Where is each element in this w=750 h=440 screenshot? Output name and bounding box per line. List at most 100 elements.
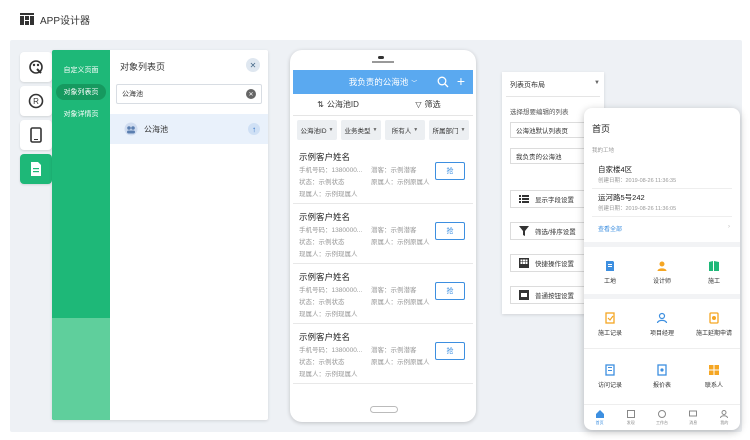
display-fields-button[interactable]: 显示字段设置 xyxy=(510,190,592,208)
grid-item-delay[interactable]: 施工延期申请 xyxy=(688,304,740,344)
site-name[interactable]: 运河路5号242 xyxy=(598,192,645,203)
chevron-down-icon[interactable]: ▼ xyxy=(594,80,600,86)
customer-status: 状态：示例状态 xyxy=(299,179,345,186)
customer-card[interactable]: 示例客户姓名 手机号码：1380000... 潜客：示例潜客 状态：示例状态 原… xyxy=(293,206,473,264)
phone-camera xyxy=(372,61,394,63)
customer-current-owner: 现属人：示例现属人 xyxy=(299,371,358,378)
workbench-icon xyxy=(658,409,666,418)
object-list-area: 对象列表页 ✕ 公海池 ✕ 公海池 ↑ xyxy=(110,50,268,420)
app-title: APP设计器 xyxy=(40,15,91,27)
list-select-default[interactable]: 公海池默认列表页 xyxy=(510,122,590,138)
grid-item-label: 工地 xyxy=(603,278,616,285)
filter-tab-label: 筛选 xyxy=(424,100,441,109)
grid-item-site[interactable]: 工地 xyxy=(584,252,636,292)
funnel-icon xyxy=(519,226,529,236)
divider xyxy=(592,188,732,189)
customer-card[interactable]: 示例客户姓名 手机号码：1380000... 潜客：示例潜客 状态：示例状态 原… xyxy=(293,146,473,204)
nav-sidebar-footer xyxy=(52,318,110,420)
normal-button-settings[interactable]: 普通按钮设置 xyxy=(510,286,592,304)
phone-tabs: ⇅ 公海池ID ▽ 筛选 xyxy=(293,94,473,116)
search-icon[interactable] xyxy=(437,76,449,88)
divider xyxy=(506,96,600,97)
site-icon xyxy=(606,260,614,271)
grid-item-visit[interactable]: 访问记录 xyxy=(584,356,636,396)
filter-icon: ▽ xyxy=(415,100,422,109)
phone-header: 我负责的公海池 ﹀ + xyxy=(293,70,473,94)
registered-icon[interactable]: R xyxy=(20,86,52,116)
list-select-mine[interactable]: 我负责的公海池 xyxy=(510,148,590,164)
group-icon xyxy=(124,122,138,136)
discover-icon xyxy=(626,409,635,418)
customer-card[interactable]: 示例客户姓名 手机号码：1380000... 潜客：示例潜客 状态：示例状态 原… xyxy=(293,326,473,384)
customer-owner: 原属人：示例原属人 xyxy=(371,179,430,186)
nav-item-object-list[interactable]: 对象列表页 xyxy=(56,84,106,100)
grab-button[interactable]: 抢 xyxy=(435,342,465,360)
grid-item-quote[interactable]: 报价表 xyxy=(636,356,688,396)
customer-name: 示例客户姓名 xyxy=(299,152,351,162)
customer-name: 示例客户姓名 xyxy=(299,272,351,282)
customer-owner: 原属人：示例原属人 xyxy=(371,299,430,306)
tab-discover[interactable]: 发现 xyxy=(615,405,646,430)
customer-current-owner: 现属人：示例现属人 xyxy=(299,251,358,258)
button-icon xyxy=(519,290,529,300)
filter-chip[interactable]: 所属部门 ▼ xyxy=(429,120,469,140)
customer-card[interactable]: 示例客户姓名 手机号码：1380000... 潜客：示例潜客 状态：示例状态 原… xyxy=(293,266,473,324)
message-icon xyxy=(689,410,698,416)
filter-chip[interactable]: 所有人 ▼ xyxy=(385,120,425,140)
grid-item-contact[interactable]: 联系人 xyxy=(688,356,740,396)
add-icon[interactable]: + xyxy=(457,74,465,88)
section-gap xyxy=(584,242,740,247)
home-title: 首页 xyxy=(592,124,611,134)
quick-action-button[interactable]: 快捷操作设置 xyxy=(510,254,592,272)
grid-item-manager[interactable]: 项目经理 xyxy=(636,304,688,344)
grid-item-label: 报价表 xyxy=(652,382,671,389)
delay-icon xyxy=(709,311,719,324)
phone-header-title[interactable]: 我负责的公海池 xyxy=(349,76,409,88)
normal-button-label: 普通按钮设置 xyxy=(535,293,574,300)
divider xyxy=(584,348,740,349)
customer-potential: 潜客：示例潜客 xyxy=(371,347,417,354)
bottom-tabbar: 首页 发现 工作台 消息 我的 xyxy=(584,404,740,430)
home-preview-phone: 首页 我的工地 自家楼4区 创建日期：2019-08-26 11:36:35 运… xyxy=(584,108,740,430)
grid-item-label: 联系人 xyxy=(704,382,723,389)
grab-button[interactable]: 抢 xyxy=(435,222,465,240)
chevron-down-icon: ﹀ xyxy=(411,80,418,87)
customer-owner: 原属人：示例原属人 xyxy=(371,239,430,246)
nav-item-custom-page[interactable]: 自定义页面 xyxy=(56,62,106,78)
grid-item-record[interactable]: 施工记录 xyxy=(584,304,636,344)
filter-tab[interactable]: ▽ 筛选 xyxy=(383,94,473,115)
clear-icon[interactable]: ✕ xyxy=(246,89,256,99)
grid-item-label: 施工 xyxy=(707,278,720,285)
filter-chip[interactable]: 公海池ID ▼ xyxy=(297,120,337,140)
designer-icon xyxy=(657,261,667,271)
arrow-up-icon[interactable]: ↑ xyxy=(248,123,260,135)
palette-icon[interactable] xyxy=(20,52,52,82)
grab-button[interactable]: 抢 xyxy=(435,162,465,180)
sort-tab[interactable]: ⇅ 公海池ID xyxy=(293,94,383,115)
phone-preview: 我负责的公海池 ﹀ + ⇅ 公海池ID ▽ 筛选 公海池ID ▼ 业务类型 ▼ 所有人 ▼… xyxy=(290,50,476,422)
site-name[interactable]: 自家楼4区 xyxy=(598,164,632,175)
tab-home[interactable]: 首页 xyxy=(584,405,615,430)
document-icon[interactable] xyxy=(20,154,52,184)
site-date: 创建日期：2019-08-26 11:36:05 xyxy=(598,206,677,212)
filter-sort-button[interactable]: 筛选/排序设置 xyxy=(510,222,592,240)
tab-messages[interactable]: 消息 xyxy=(678,405,709,430)
user-icon xyxy=(720,409,729,418)
grab-button[interactable]: 抢 xyxy=(435,282,465,300)
phone-home-button xyxy=(370,406,398,413)
view-all-link[interactable]: 查看全部 xyxy=(598,224,622,233)
grid-item-construction[interactable]: 施工 xyxy=(688,252,740,292)
filter-chip[interactable]: 业务类型 ▼ xyxy=(341,120,381,140)
tab-workbench[interactable]: 工作台 xyxy=(646,405,677,430)
nav-item-object-detail[interactable]: 对象详情页 xyxy=(56,106,106,122)
list-icon xyxy=(519,195,529,203)
close-icon[interactable]: ✕ xyxy=(246,58,260,72)
grid-item-designer[interactable]: 设计师 xyxy=(636,252,688,292)
customer-current-owner: 现属人：示例现属人 xyxy=(299,311,358,318)
phone-icon[interactable] xyxy=(20,120,52,150)
tab-mine[interactable]: 我的 xyxy=(709,405,740,430)
search-input[interactable]: 公海池 ✕ xyxy=(116,84,262,104)
list-item[interactable]: 公海池 ↑ xyxy=(110,114,268,144)
grid-item-label: 设计师 xyxy=(652,278,671,285)
customer-owner: 原属人：示例原属人 xyxy=(371,359,430,366)
